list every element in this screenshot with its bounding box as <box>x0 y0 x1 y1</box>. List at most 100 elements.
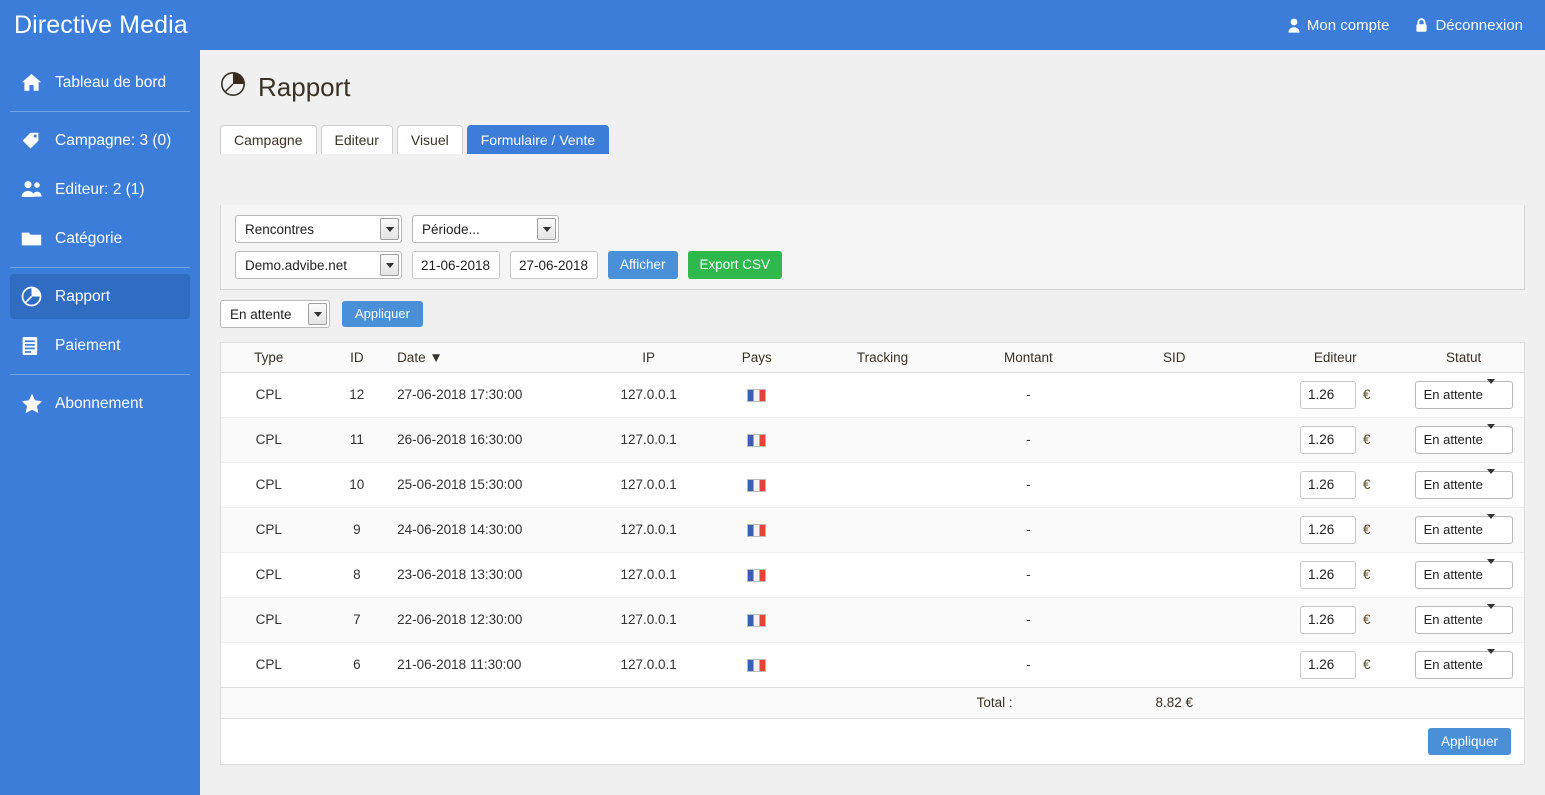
sidebar-item-paiement[interactable]: Paiement <box>10 323 190 368</box>
cell-id: 12 <box>317 372 397 417</box>
status-select-value: En attente <box>1424 522 1483 537</box>
site-select[interactable]: Demo.advibe.net <box>235 251 402 279</box>
status-select[interactable]: En attente <box>1415 381 1513 409</box>
editeur-amount-input[interactable] <box>1300 516 1356 544</box>
sidebar-label: Campagne: 3 (0) <box>47 132 171 150</box>
currency-symbol: € <box>1363 432 1371 447</box>
currency-symbol: € <box>1363 567 1371 582</box>
export-csv-button[interactable]: Export CSV <box>688 251 783 279</box>
cell-tracking <box>789 372 975 417</box>
col-header-id[interactable]: ID <box>317 343 397 372</box>
currency-symbol: € <box>1363 387 1371 402</box>
cell-pays <box>724 462 789 507</box>
status-select[interactable]: En attente <box>1415 651 1513 679</box>
appliquer-bottom-button[interactable]: Appliquer <box>1428 728 1511 755</box>
cell-sid <box>1081 462 1267 507</box>
sidebar-label: Paiement <box>47 337 120 355</box>
sidebar-item-editeur[interactable]: Editeur: 2 (1) <box>10 167 190 212</box>
sidebar-item-rapport[interactable]: Rapport <box>10 274 190 319</box>
tab-editeur[interactable]: Editeur <box>321 125 393 154</box>
table-row: CPL621-06-2018 11:30:00127.0.0.1-€En att… <box>221 642 1524 687</box>
sidebar-item-tableau-de-bord[interactable]: Tableau de bord <box>10 60 190 105</box>
editeur-amount-input[interactable] <box>1300 651 1356 679</box>
editeur-amount-input[interactable] <box>1300 426 1356 454</box>
header-actions: Mon compte Déconnexion <box>1288 17 1545 34</box>
status-select[interactable]: En attente <box>1415 426 1513 454</box>
cell-tracking <box>789 597 975 642</box>
table-row: CPL823-06-2018 13:30:00127.0.0.1-€En att… <box>221 552 1524 597</box>
flag-fr-icon <box>747 524 766 537</box>
sidebar-item-abonnement[interactable]: Abonnement <box>10 381 190 426</box>
page-title: Rapport <box>220 71 1545 104</box>
cell-date: 27-06-2018 17:30:00 <box>397 372 573 417</box>
cell-date: 21-06-2018 11:30:00 <box>397 642 573 687</box>
editeur-amount-input[interactable] <box>1300 561 1356 589</box>
flag-fr-icon <box>747 479 766 492</box>
cell-sid <box>1081 417 1267 462</box>
cell-type: CPL <box>221 552 317 597</box>
cell-type: CPL <box>221 417 317 462</box>
editeur-amount-input[interactable] <box>1300 471 1356 499</box>
campaign-select[interactable]: Rencontres <box>235 215 402 243</box>
col-header-type[interactable]: Type <box>221 343 317 372</box>
status-select-value: En attente <box>1424 657 1483 672</box>
sidebar-item-categorie[interactable]: Catégorie <box>10 216 190 261</box>
report-tabs: Campagne Editeur Visuel Formulaire / Ven… <box>220 125 1545 154</box>
flag-fr-icon <box>747 659 766 672</box>
col-header-statut[interactable]: Statut <box>1403 343 1524 372</box>
status-select[interactable]: En attente <box>1415 606 1513 634</box>
cell-tracking <box>789 507 975 552</box>
cell-pays <box>724 507 789 552</box>
period-select[interactable]: Période... <box>412 215 559 243</box>
cell-montant: - <box>976 372 1082 417</box>
cell-tracking <box>789 417 975 462</box>
chevron-down-icon <box>1483 384 1500 406</box>
sidebar-divider-1 <box>10 111 190 112</box>
cell-montant: - <box>976 507 1082 552</box>
report-table: Type ID Date ▼ IP Pays Tracking Montant … <box>221 343 1524 764</box>
cell-date: 23-06-2018 13:30:00 <box>397 552 573 597</box>
flag-fr-icon <box>747 569 766 582</box>
col-header-tracking[interactable]: Tracking <box>789 343 975 372</box>
cell-editeur: € <box>1267 417 1403 462</box>
cell-pays <box>724 642 789 687</box>
cell-type: CPL <box>221 507 317 552</box>
appliquer-top-button[interactable]: Appliquer <box>342 301 423 327</box>
sidebar-label: Editeur: 2 (1) <box>47 181 145 199</box>
afficher-button[interactable]: Afficher <box>608 251 678 279</box>
status-select[interactable]: En attente <box>1415 516 1513 544</box>
table-body: CPL1227-06-2018 17:30:00127.0.0.1-€En at… <box>221 372 1524 687</box>
status-select[interactable]: En attente <box>1415 561 1513 589</box>
sidebar-label: Rapport <box>47 288 110 306</box>
status-select[interactable]: En attente <box>1415 471 1513 499</box>
cell-sid <box>1081 597 1267 642</box>
tab-campagne[interactable]: Campagne <box>220 125 317 154</box>
tab-formulaire-vente[interactable]: Formulaire / Vente <box>467 125 609 154</box>
chevron-down-icon <box>380 218 399 240</box>
status-filter-select[interactable]: En attente <box>220 300 330 328</box>
cell-statut: En attente <box>1403 372 1524 417</box>
col-header-pays[interactable]: Pays <box>724 343 789 372</box>
my-account-link[interactable]: Mon compte <box>1288 17 1390 34</box>
cell-pays <box>724 552 789 597</box>
editeur-amount-input[interactable] <box>1300 381 1356 409</box>
date-start-input[interactable] <box>412 251 500 279</box>
logout-link[interactable]: Déconnexion <box>1415 17 1523 34</box>
col-header-montant[interactable]: Montant <box>976 343 1082 372</box>
cell-pays <box>724 372 789 417</box>
chevron-down-icon <box>380 254 399 276</box>
tab-visuel[interactable]: Visuel <box>397 125 463 154</box>
home-icon <box>21 73 47 92</box>
col-header-editeur[interactable]: Editeur <box>1267 343 1403 372</box>
chevron-down-icon <box>1483 429 1500 451</box>
date-end-input[interactable] <box>510 251 598 279</box>
col-header-date[interactable]: Date ▼ <box>397 343 573 372</box>
status-select-value: En attente <box>1424 477 1483 492</box>
tag-icon <box>21 131 47 150</box>
sidebar-item-campagne[interactable]: Campagne: 3 (0) <box>10 118 190 163</box>
cell-ip: 127.0.0.1 <box>573 462 724 507</box>
col-header-sid[interactable]: SID <box>1081 343 1267 372</box>
user-icon <box>1288 18 1300 33</box>
col-header-ip[interactable]: IP <box>573 343 724 372</box>
editeur-amount-input[interactable] <box>1300 606 1356 634</box>
